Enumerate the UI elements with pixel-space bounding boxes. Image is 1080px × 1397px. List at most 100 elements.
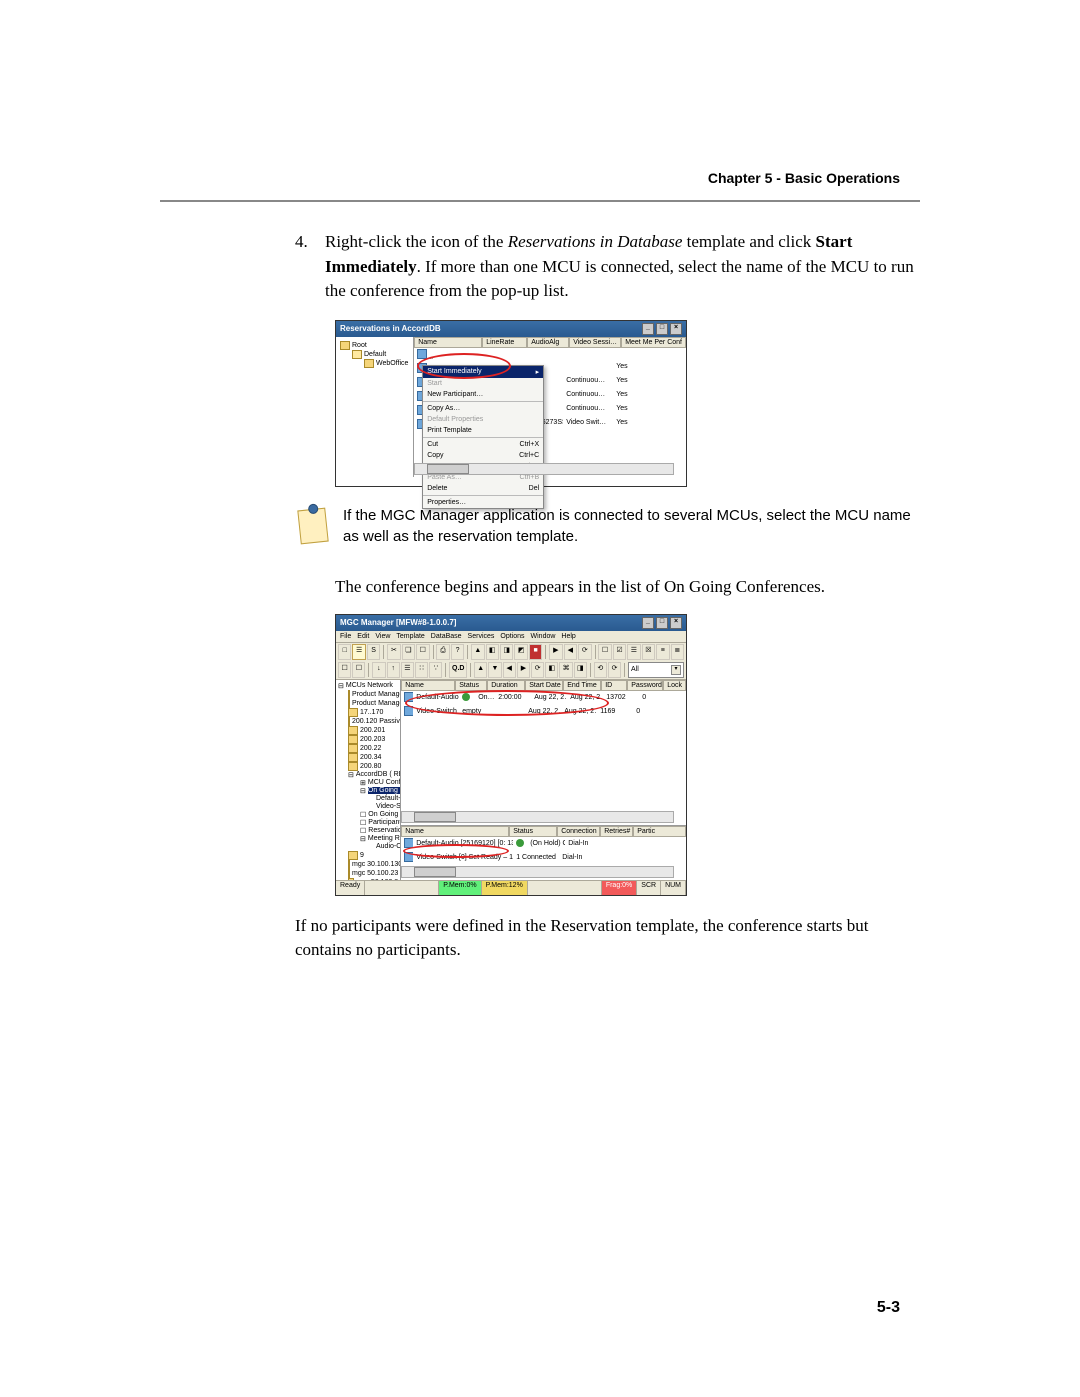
tool-f[interactable]: ◀ — [564, 644, 577, 660]
tree-folder[interactable]: mgc 30.100.130 — [348, 860, 398, 869]
tool-c[interactable]: ◨ — [500, 644, 513, 660]
tool-e[interactable]: ▶ — [549, 644, 562, 660]
menu-cut[interactable]: CutCtrl+X — [423, 439, 543, 450]
menu-view[interactable]: View — [375, 633, 390, 640]
tool2-b[interactable]: ☐ — [352, 662, 365, 678]
menu-services[interactable]: Services — [468, 633, 495, 640]
tree-root[interactable]: Root — [340, 341, 409, 350]
col-linerate[interactable]: LineRate — [482, 337, 527, 348]
tree-audio-only[interactable]: Audio-Only — [372, 843, 398, 851]
tree-folder[interactable]: 200.203 — [348, 735, 398, 744]
menu-copy[interactable]: CopyCtrl+C — [423, 450, 543, 461]
tool2-c[interactable]: ↓ — [372, 662, 385, 678]
horizontal-scrollbar[interactable] — [401, 811, 674, 823]
tool2-g[interactable]: ∵ — [429, 662, 442, 678]
tree-default[interactable]: Default — [352, 350, 409, 359]
menu-delete[interactable]: DeleteDel — [423, 483, 543, 494]
tool-d[interactable]: ◩ — [514, 644, 527, 660]
tool-h[interactable]: ☐ — [598, 644, 611, 660]
close-button[interactable]: × — [670, 617, 682, 629]
fig2-tree[interactable]: ⊟MCUs Network Product Management Product… — [336, 680, 401, 880]
menu-help[interactable]: Help — [561, 633, 575, 640]
horizontal-scrollbar-fig1[interactable] — [414, 463, 674, 475]
menu-edit[interactable]: Edit — [357, 633, 369, 640]
tool2-i[interactable]: ▼ — [488, 662, 501, 678]
tree-folder[interactable]: 200.22 — [348, 744, 398, 753]
tool-a[interactable]: ▲ — [471, 644, 484, 660]
menu-options[interactable]: Options — [500, 633, 524, 640]
col-name[interactable]: Name — [401, 826, 509, 837]
tree-folder[interactable]: 200.120 Passive — [348, 717, 398, 726]
tree-pqueue[interactable]: ☐Participant Queue(0) — [360, 819, 398, 827]
tool-new[interactable]: □ — [338, 644, 351, 660]
tool2-p[interactable]: ⟲ — [594, 662, 607, 678]
tree-conf-audio[interactable]: Default-Audio — [372, 795, 398, 803]
tool-m[interactable]: ≣ — [671, 644, 684, 660]
tool2-n[interactable]: ⌘ — [559, 662, 572, 678]
menu-start-immediately[interactable]: Start Immediately▸ — [423, 366, 543, 378]
tree-reservations[interactable]: ☐Reservations(0) — [360, 827, 398, 835]
tool2-j[interactable]: ◀ — [503, 662, 516, 678]
menu-print-template[interactable]: Print Template — [423, 425, 543, 436]
menu-database[interactable]: DataBase — [431, 633, 462, 640]
tool-l[interactable]: ≡ — [656, 644, 669, 660]
tree-weboffice[interactable]: WebOffice — [364, 359, 409, 368]
table-row[interactable]: Default-Audio [25169120] [0: 13702] (On … — [401, 837, 686, 851]
col-status[interactable]: Status — [455, 680, 487, 691]
tool-help[interactable]: ? — [451, 644, 464, 660]
tree-folder[interactable]: mgc 50.100.23 — [348, 869, 398, 878]
tree-folder[interactable]: 200.34 — [348, 753, 398, 762]
tree-folder[interactable]: mgc 50.100.8 — [348, 878, 398, 880]
tree-conf-video[interactable]: Video-Switch — [372, 803, 398, 811]
tool2-m[interactable]: ◧ — [545, 662, 558, 678]
menu-file[interactable]: File — [340, 633, 351, 640]
table-row[interactable]: Default-Audio On… 2:00:00 Aug 22, 2… Aug… — [401, 691, 686, 705]
tree-ongoing[interactable]: ⊟On Going Conferences(2) — [360, 787, 398, 795]
tool-qd[interactable]: Q.D — [449, 662, 467, 678]
tree-folder[interactable]: Product Management — [348, 690, 398, 699]
col-retries[interactable]: Retries# — [600, 826, 633, 837]
table-row[interactable]: Video-Switch empty Aug 22, 2… Aug 22, 2…… — [401, 705, 686, 719]
tree-gateway[interactable]: ☐On Going Gateway Sessions(0) — [360, 811, 398, 819]
menu-template[interactable]: Template — [396, 633, 424, 640]
maximize-button[interactable]: □ — [656, 617, 668, 629]
col-status[interactable]: Status — [509, 826, 557, 837]
tool-cut[interactable]: ✂ — [387, 644, 400, 660]
col-id[interactable]: ID — [601, 680, 627, 691]
menu-properties[interactable]: Properties… — [423, 497, 543, 508]
tree-meeting-rooms[interactable]: ⊟Meeting Rooms, Entry Queues & SIP Facto… — [360, 835, 398, 843]
tool-stop[interactable]: ■ — [529, 644, 542, 660]
col-videoses[interactable]: Video Sessi… — [569, 337, 621, 348]
col-lock[interactable]: Lock — [663, 680, 686, 691]
tool-b[interactable]: ◧ — [486, 644, 499, 660]
scroll-thumb[interactable] — [427, 464, 469, 474]
menu-window[interactable]: Window — [531, 633, 556, 640]
minimize-button[interactable]: _ — [642, 323, 654, 335]
maximize-button[interactable]: □ — [656, 323, 668, 335]
tool-print[interactable]: ⎙ — [436, 644, 449, 660]
filter-select[interactable]: All▾ — [628, 662, 684, 678]
col-endtime[interactable]: End Time — [563, 680, 601, 691]
tool2-e[interactable]: ☰ — [401, 662, 414, 678]
col-startd[interactable]: Start Date — [525, 680, 563, 691]
scroll-thumb[interactable] — [414, 867, 456, 877]
tool2-k[interactable]: ▶ — [517, 662, 530, 678]
tool-k[interactable]: ☒ — [642, 644, 655, 660]
fig1-tree[interactable]: Root Default WebOffice — [336, 337, 414, 477]
col-meet[interactable]: Meet Me Per Conf — [621, 337, 686, 348]
col-connection[interactable]: Connection — [557, 826, 600, 837]
col-password[interactable]: Password — [627, 680, 663, 691]
col-name[interactable]: Name — [414, 337, 482, 348]
menu-copy-as[interactable]: Copy As… — [423, 403, 543, 414]
tool-copy[interactable]: ❏ — [402, 644, 415, 660]
tree-folder[interactable]: 200.80 — [348, 762, 398, 771]
col-name[interactable]: Name — [401, 680, 455, 691]
horizontal-scrollbar[interactable] — [401, 866, 674, 878]
col-audioalg[interactable]: AudioAlg — [527, 337, 569, 348]
tool-open[interactable]: ☰ — [352, 644, 365, 660]
col-duration[interactable]: Duration — [487, 680, 525, 691]
tool2-q[interactable]: ⟳ — [608, 662, 621, 678]
close-button[interactable]: × — [670, 323, 682, 335]
tool2-l[interactable]: ⟳ — [531, 662, 544, 678]
table-row[interactable]: Video-Switch [0] Set Ready – 1169 1 Conn… — [401, 851, 686, 865]
